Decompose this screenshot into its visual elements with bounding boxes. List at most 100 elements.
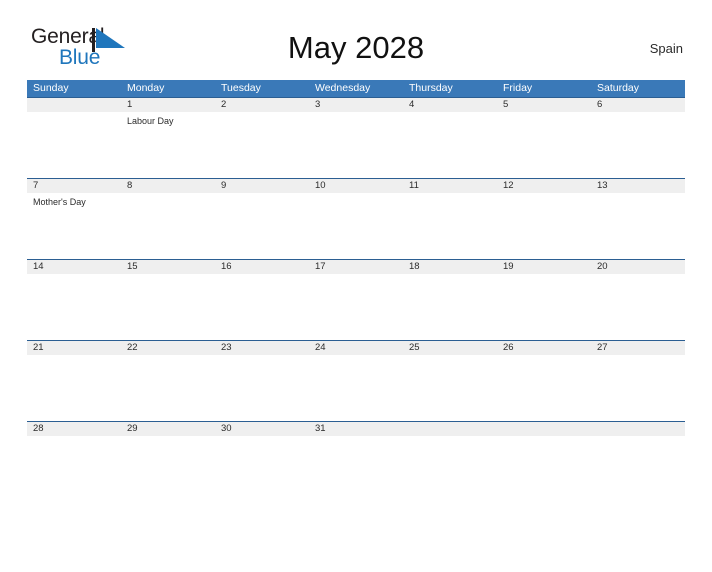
day-cell[interactable] [27, 274, 121, 340]
calendar-week-row: 21 22 23 24 25 26 27 [27, 340, 685, 421]
holiday-event-label: Mother's Day [33, 197, 86, 207]
weekday-thursday: Thursday [409, 82, 453, 94]
date-number[interactable]: 6 [591, 98, 685, 112]
day-cell[interactable] [121, 355, 215, 421]
date-number[interactable]: 18 [403, 260, 497, 274]
day-cell[interactable] [403, 274, 497, 340]
day-cell[interactable] [121, 436, 215, 502]
date-number[interactable]: 29 [121, 422, 215, 436]
date-number[interactable]: 16 [215, 260, 309, 274]
day-cell[interactable] [403, 436, 497, 502]
day-cell[interactable] [309, 274, 403, 340]
date-number[interactable]: 9 [215, 179, 309, 193]
date-number[interactable]: 25 [403, 341, 497, 355]
date-number-band: 7 8 9 10 11 12 13 [27, 178, 685, 193]
day-cell[interactable] [215, 436, 309, 502]
day-cell[interactable] [403, 112, 497, 178]
day-cell[interactable] [497, 193, 591, 259]
date-number-band: 21 22 23 24 25 26 27 [27, 340, 685, 355]
event-band [27, 355, 685, 421]
day-cell[interactable] [121, 274, 215, 340]
day-cell[interactable] [309, 193, 403, 259]
day-cell[interactable] [497, 112, 591, 178]
date-number[interactable]: 8 [121, 179, 215, 193]
day-cell[interactable] [403, 193, 497, 259]
weekday-tuesday: Tuesday [221, 82, 261, 94]
event-band [27, 274, 685, 340]
date-number[interactable] [497, 422, 591, 436]
weekday-header-row: Sunday Monday Tuesday Wednesday Thursday… [27, 80, 685, 97]
date-number[interactable]: 22 [121, 341, 215, 355]
date-number[interactable]: 10 [309, 179, 403, 193]
date-number[interactable]: 23 [215, 341, 309, 355]
calendar-week-row: 7 8 9 10 11 12 13 Mother's Day [27, 178, 685, 259]
weekday-sunday: Sunday [33, 82, 69, 94]
day-cell[interactable] [497, 274, 591, 340]
date-number[interactable]: 13 [591, 179, 685, 193]
date-number[interactable] [27, 98, 121, 112]
day-cell[interactable] [215, 193, 309, 259]
day-cell[interactable] [27, 436, 121, 502]
date-number[interactable]: 17 [309, 260, 403, 274]
day-cell[interactable] [215, 274, 309, 340]
day-cell[interactable] [497, 436, 591, 502]
weekday-friday: Friday [503, 82, 533, 94]
date-number[interactable]: 20 [591, 260, 685, 274]
date-number[interactable]: 5 [497, 98, 591, 112]
day-cell[interactable] [121, 193, 215, 259]
date-number[interactable]: 30 [215, 422, 309, 436]
day-cell[interactable] [309, 436, 403, 502]
calendar-grid: Sunday Monday Tuesday Wednesday Thursday… [27, 80, 685, 502]
date-number[interactable]: 27 [591, 341, 685, 355]
weekday-saturday: Saturday [597, 82, 640, 94]
day-cell[interactable] [215, 355, 309, 421]
date-number-band: 123456 [27, 97, 685, 112]
day-cell[interactable] [497, 355, 591, 421]
event-band [27, 436, 685, 502]
date-number[interactable]: 19 [497, 260, 591, 274]
date-number[interactable]: 2 [215, 98, 309, 112]
date-number[interactable]: 31 [309, 422, 403, 436]
weekday-wednesday: Wednesday [315, 82, 371, 94]
day-cell[interactable] [309, 112, 403, 178]
event-band: Labour Day [27, 112, 685, 178]
date-number[interactable]: 28 [27, 422, 121, 436]
date-number[interactable]: 12 [497, 179, 591, 193]
date-number[interactable]: 1 [121, 98, 215, 112]
day-cell[interactable] [27, 355, 121, 421]
date-number[interactable]: 15 [121, 260, 215, 274]
region-label: Spain [649, 41, 683, 56]
page-header: General Blue May 2028 Spain [27, 22, 685, 77]
date-number[interactable]: 3 [309, 98, 403, 112]
page-title: May 2028 [287, 30, 425, 65]
day-cell[interactable]: Mother's Day [27, 193, 121, 259]
date-number[interactable]: 11 [403, 179, 497, 193]
date-number-band: 14 15 16 17 18 19 20 [27, 259, 685, 274]
day-cell[interactable] [403, 355, 497, 421]
date-number[interactable]: 14 [27, 260, 121, 274]
date-number[interactable] [403, 422, 497, 436]
date-number[interactable] [591, 422, 685, 436]
calendar-page: General Blue May 2028 Spain Sunday Monda… [0, 22, 712, 572]
date-number[interactable]: 7 [27, 179, 121, 193]
calendar-weeks: 1 2 3 4 5 6 Labour Day 7 8 9 10 11 12 13 Mother's Day 1… [27, 97, 685, 502]
day-cell[interactable] [591, 436, 685, 502]
day-cell[interactable] [27, 112, 121, 178]
day-cell[interactable]: Labour Day [121, 112, 215, 178]
date-number[interactable]: 4 [403, 98, 497, 112]
date-number-band: 28 29 30 31 [27, 421, 685, 436]
day-cell[interactable] [591, 193, 685, 259]
calendar-week-row: 1 2 3 4 5 6 Labour Day [27, 97, 685, 178]
event-band: Mother's Day [27, 193, 685, 259]
day-cell[interactable] [591, 355, 685, 421]
date-number[interactable]: 24 [309, 341, 403, 355]
date-number[interactable]: 21 [27, 341, 121, 355]
day-cell[interactable] [591, 112, 685, 178]
date-number[interactable]: 26 [497, 341, 591, 355]
calendar-week-row: 14 15 16 17 18 19 20 [27, 259, 685, 340]
weekday-monday: Monday [127, 82, 165, 94]
day-cell[interactable] [215, 112, 309, 178]
holiday-event-label: Labour Day [127, 116, 174, 126]
day-cell[interactable] [309, 355, 403, 421]
day-cell[interactable] [591, 274, 685, 340]
